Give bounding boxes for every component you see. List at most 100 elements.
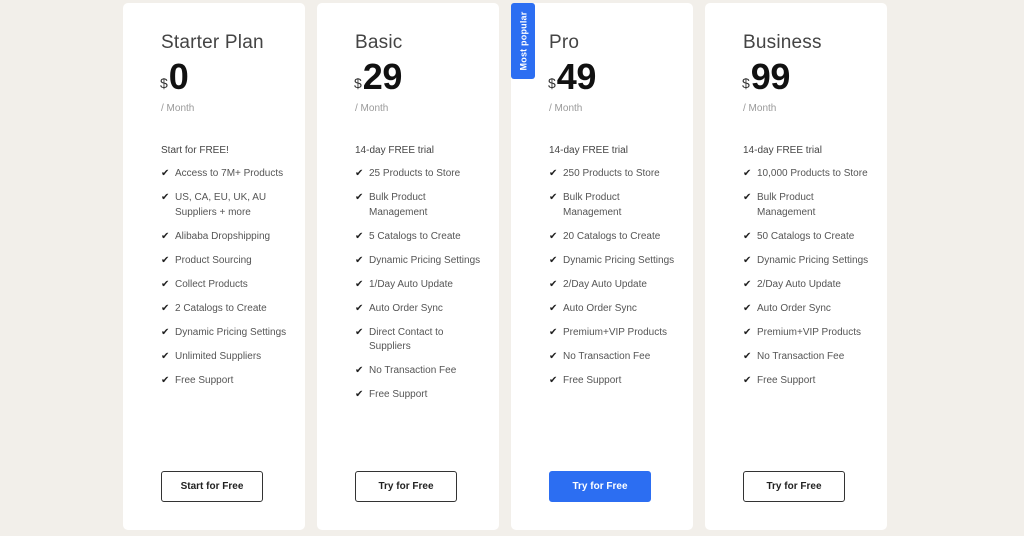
feature-text: 5 Catalogs to Create xyxy=(369,230,461,242)
checkmark-icon: ✔ xyxy=(161,278,170,290)
feature-list: ✔ Access to 7M+ Products ✔ US, CA, EU, UK, … xyxy=(161,167,291,398)
feature-item: ✔ Free Support xyxy=(549,374,679,389)
feature-text: Auto Order Sync xyxy=(563,302,637,314)
feature-item: ✔ Direct Contact to Suppliers xyxy=(355,326,485,355)
checkmark-icon: ✔ xyxy=(161,326,170,338)
feature-text: 2/Day Auto Update xyxy=(563,278,647,290)
checkmark-icon: ✔ xyxy=(549,230,558,242)
checkmark-icon: ✔ xyxy=(355,192,364,203)
plan-price: $ 0 xyxy=(160,56,189,97)
feature-item: ✔ 50 Catalogs to Create xyxy=(743,230,873,245)
feature-text: Dynamic Pricing Settings xyxy=(757,254,869,266)
currency-symbol: $ xyxy=(354,75,362,91)
checkmark-icon: ✔ xyxy=(161,302,170,314)
checkmark-icon: ✔ xyxy=(743,254,752,266)
feature-text: Premium+VIP Products xyxy=(757,326,862,338)
feature-item: ✔ Dynamic Pricing Settings xyxy=(355,254,485,269)
checkmark-icon: ✔ xyxy=(355,254,364,266)
feature-item: ✔ 10,000 Products to Store xyxy=(743,167,873,182)
feature-text: Premium+VIP Products xyxy=(563,326,668,338)
checkmark-icon: ✔ xyxy=(743,374,752,386)
currency-symbol: $ xyxy=(160,75,168,91)
feature-item: ✔ Auto Order Sync xyxy=(549,302,679,317)
feature-text: Dynamic Pricing Settings xyxy=(175,326,287,338)
checkmark-icon: ✔ xyxy=(161,374,170,386)
currency-symbol: $ xyxy=(742,75,750,91)
checkmark-icon: ✔ xyxy=(549,278,558,290)
start-for-free-button[interactable]: Start for Free xyxy=(161,471,263,502)
checkmark-icon: ✔ xyxy=(743,192,752,203)
feature-text: Bulk Product Management xyxy=(757,192,816,218)
checkmark-icon: ✔ xyxy=(161,350,170,362)
checkmark-icon: ✔ xyxy=(355,278,364,290)
checkmark-icon: ✔ xyxy=(743,350,752,362)
checkmark-icon: ✔ xyxy=(743,230,752,242)
feature-item: ✔ Product Sourcing xyxy=(161,254,291,269)
feature-item: ✔ Dynamic Pricing Settings xyxy=(161,326,291,341)
feature-item: ✔ Auto Order Sync xyxy=(355,302,485,317)
billing-period: / Month xyxy=(549,103,583,114)
feature-text: No Transaction Fee xyxy=(369,365,457,376)
feature-item: ✔ Dynamic Pricing Settings xyxy=(743,254,873,269)
plan-intro: 14-day FREE trial xyxy=(743,145,822,156)
feature-text: Free Support xyxy=(757,374,816,386)
feature-text: Unlimited Suppliers xyxy=(175,350,262,362)
billing-period: / Month xyxy=(161,103,195,114)
checkmark-icon: ✔ xyxy=(161,192,170,203)
feature-item: ✔ 2/Day Auto Update xyxy=(549,278,679,293)
feature-text: Auto Order Sync xyxy=(369,302,443,314)
checkmark-icon: ✔ xyxy=(549,350,558,362)
feature-text: Free Support xyxy=(175,374,234,386)
feature-item: ✔ No Transaction Fee xyxy=(355,364,485,379)
feature-list: ✔ 25 Products to Store ✔ Bulk Product Manag… xyxy=(355,167,485,412)
feature-item: ✔ Auto Order Sync xyxy=(743,302,873,317)
feature-text: 10,000 Products to Store xyxy=(757,168,868,179)
feature-item: ✔ 1/Day Auto Update xyxy=(355,278,485,293)
try-for-free-button-pro[interactable]: Try for Free xyxy=(549,471,651,502)
checkmark-icon: ✔ xyxy=(743,302,752,314)
feature-item: ✔ 2/Day Auto Update xyxy=(743,278,873,293)
feature-text: Dynamic Pricing Settings xyxy=(369,254,481,266)
plan-card-starter: Starter Plan $ 0 / Month Start for FREE!… xyxy=(123,3,305,530)
checkmark-icon: ✔ xyxy=(161,254,170,266)
feature-text: 1/Day Auto Update xyxy=(369,278,453,290)
feature-item: ✔ Bulk Product Management xyxy=(355,191,485,220)
feature-text: 20 Catalogs to Create xyxy=(563,230,661,242)
feature-item: ✔ Bulk Product Management xyxy=(549,191,679,220)
checkmark-icon: ✔ xyxy=(355,365,364,376)
plan-price: $ 99 xyxy=(742,59,790,95)
checkmark-icon: ✔ xyxy=(355,302,364,314)
checkmark-icon: ✔ xyxy=(743,278,752,290)
plan-card-basic: Basic $ 29 / Month 14-day FREE trial ✔ 25… xyxy=(317,3,499,530)
feature-text: 250 Products to Store xyxy=(563,168,660,179)
price-amount: 29 xyxy=(362,56,403,97)
feature-text: Direct Contact to Suppliers xyxy=(369,326,444,353)
feature-text: Collect Products xyxy=(175,278,248,290)
feature-text: Auto Order Sync xyxy=(757,302,831,314)
try-for-free-button-business[interactable]: Try for Free xyxy=(743,471,845,502)
feature-item: ✔ 20 Catalogs to Create xyxy=(549,230,679,245)
feature-item: ✔ Alibaba Dropshipping xyxy=(161,230,291,245)
feature-text: US, CA, EU, UK, AU Suppliers + more xyxy=(175,192,267,218)
try-for-free-button-basic[interactable]: Try for Free xyxy=(355,471,457,502)
checkmark-icon: ✔ xyxy=(355,230,364,242)
price-amount: 99 xyxy=(750,56,791,97)
feature-item: ✔ Premium+VIP Products xyxy=(549,326,679,341)
feature-item: ✔ Unlimited Suppliers xyxy=(161,350,291,365)
feature-item: ✔ Premium+VIP Products xyxy=(743,326,873,341)
checkmark-icon: ✔ xyxy=(161,230,170,242)
plan-card-pro: Most popular Pro $ 49 / Month 14-day FRE… xyxy=(511,3,693,530)
feature-text: Free Support xyxy=(369,389,428,400)
plan-price: $ 49 xyxy=(548,59,596,95)
feature-list: ✔ 250 Products to Store ✔ Bulk Product Mana… xyxy=(549,167,679,398)
feature-text: 2/Day Auto Update xyxy=(757,278,841,290)
checkmark-icon: ✔ xyxy=(355,326,364,338)
checkmark-icon: ✔ xyxy=(743,326,752,338)
badge-label: Most popular xyxy=(518,11,528,71)
feature-item: ✔ Access to 7M+ Products xyxy=(161,167,291,182)
checkmark-icon: ✔ xyxy=(161,168,170,179)
price-amount: 0 xyxy=(168,56,189,97)
plan-intro: Start for FREE! xyxy=(161,145,229,156)
plan-intro: 14-day FREE trial xyxy=(549,145,628,156)
feature-item: ✔ Dynamic Pricing Settings xyxy=(549,254,679,269)
